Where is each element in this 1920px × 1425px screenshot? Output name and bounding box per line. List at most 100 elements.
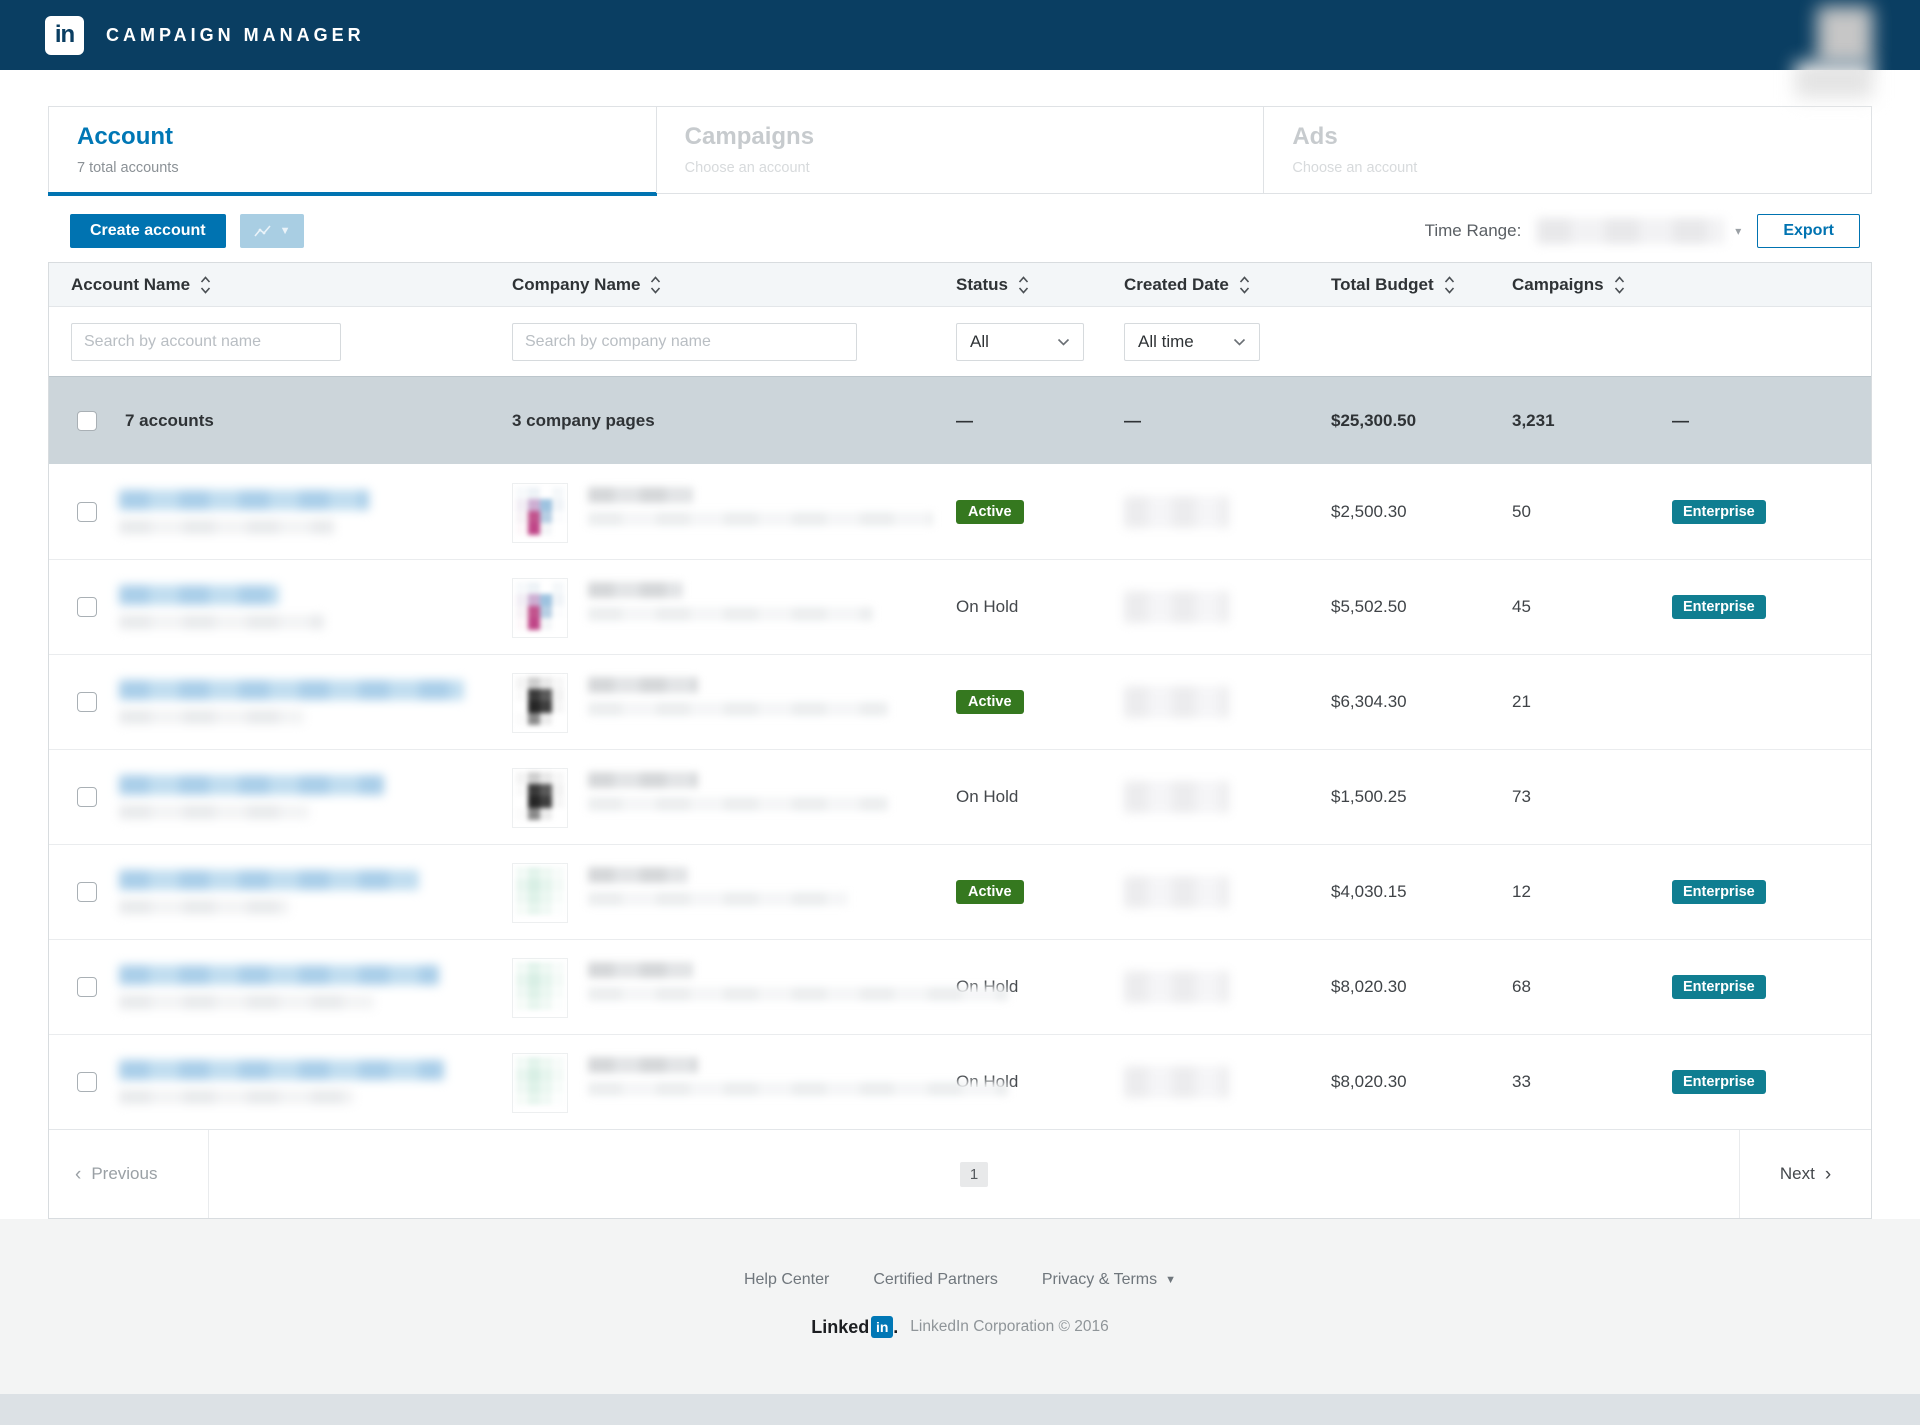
account-name-search-input[interactable]	[71, 322, 341, 361]
account-id-redacted	[119, 519, 334, 534]
certified-partners-link[interactable]: Certified Partners	[873, 1271, 998, 1289]
company-name-redacted	[588, 582, 683, 598]
summary-campaigns: 3,231	[1512, 410, 1555, 430]
campaigns-count: 21	[1512, 692, 1531, 711]
account-id-redacted	[119, 1090, 354, 1104]
row-checkbox[interactable]	[77, 977, 97, 997]
page-number-current[interactable]: 1	[959, 1161, 989, 1187]
page-footer: Help Center Certified Partners Privacy &…	[0, 1219, 1920, 1394]
company-name-redacted	[588, 486, 693, 503]
created-date-filter-select[interactable]: All time	[1124, 322, 1260, 361]
campaigns-count: 33	[1512, 1072, 1531, 1091]
created-date-redacted	[1124, 495, 1229, 528]
company-detail-redacted	[588, 892, 848, 906]
company-name-search-input[interactable]	[512, 322, 857, 361]
row-checkbox[interactable]	[77, 1072, 97, 1092]
account-id-redacted	[119, 805, 309, 819]
campaigns-count: 50	[1512, 501, 1531, 521]
column-header-company-name[interactable]: Company Name	[512, 274, 934, 296]
sort-icon	[1018, 275, 1029, 294]
tab-account[interactable]: Account 7 total accounts	[48, 107, 657, 196]
chevron-down-icon: ▼	[1165, 1274, 1177, 1286]
chevron-left-icon: ‹	[75, 1163, 82, 1185]
row-checkbox[interactable]	[77, 692, 97, 712]
account-row: On Hold $8,020.30 33 Enterprise	[49, 1034, 1871, 1129]
status-badge-active: Active	[956, 690, 1024, 714]
account-row: Active $6,304.30 21	[49, 654, 1871, 749]
column-header-account-name[interactable]: Account Name	[71, 274, 490, 296]
privacy-terms-link[interactable]: Privacy & Terms ▼	[1042, 1271, 1176, 1289]
account-name-link-redacted[interactable]	[119, 1060, 444, 1080]
primary-tabs: Account 7 total accounts Campaigns Choos…	[48, 106, 1872, 196]
status-text: On Hold	[956, 787, 1019, 806]
help-center-link[interactable]: Help Center	[744, 1271, 829, 1289]
tab-campaigns-title: Campaigns	[684, 123, 815, 150]
company-logo	[512, 958, 568, 1018]
account-name-link-redacted[interactable]	[119, 775, 384, 795]
chevron-down-icon: ▼	[279, 225, 291, 237]
summary-tier: —	[1672, 410, 1689, 430]
select-all-checkbox[interactable]	[77, 410, 97, 431]
avatar[interactable]	[1817, 6, 1873, 64]
row-checkbox[interactable]	[77, 501, 97, 522]
row-checkbox[interactable]	[77, 787, 97, 807]
export-button[interactable]: Export	[1757, 214, 1860, 248]
column-header-total-budget[interactable]: Total Budget	[1331, 274, 1490, 296]
row-checkbox[interactable]	[77, 882, 97, 902]
enterprise-badge: Enterprise	[1672, 499, 1766, 524]
chart-line-icon	[253, 224, 273, 239]
tab-ads-subtitle: Choose an account	[1292, 160, 1418, 176]
tab-account-subtitle: 7 total accounts	[77, 160, 179, 176]
status-text: On Hold	[956, 597, 1019, 616]
row-checkbox[interactable]	[77, 597, 97, 617]
create-account-button[interactable]: Create account	[70, 214, 226, 248]
company-name-redacted	[588, 962, 693, 978]
account-name-link-redacted[interactable]	[119, 965, 439, 985]
company-logo	[512, 1053, 568, 1113]
column-header-campaigns[interactable]: Campaigns	[1512, 274, 1650, 296]
linkedin-wordmark: Linked	[811, 1316, 870, 1337]
account-name-link-redacted[interactable]	[119, 489, 369, 510]
linkedin-logo-icon: in	[871, 1316, 894, 1338]
tab-campaigns-subtitle: Choose an account	[684, 160, 810, 176]
company-detail-redacted	[588, 511, 933, 526]
chevron-right-icon: ›	[1824, 1163, 1832, 1185]
account-row: Active $2,500.30 50 Enterprise	[49, 464, 1871, 559]
chart-dropdown-button[interactable]: ▼	[239, 214, 304, 248]
created-date-redacted	[1124, 591, 1229, 623]
previous-page-button[interactable]: ‹ Previous	[49, 1130, 209, 1218]
total-budget-value: $5,502.50	[1331, 597, 1407, 616]
company-detail-redacted	[588, 702, 888, 716]
linkedin-logo-icon[interactable]: in	[45, 15, 84, 55]
column-header-status[interactable]: Status	[956, 274, 1102, 296]
time-range-value-redacted[interactable]	[1537, 218, 1726, 244]
total-budget-value: $8,020.30	[1331, 977, 1407, 996]
sort-icon	[1444, 275, 1454, 294]
enterprise-badge: Enterprise	[1672, 975, 1766, 999]
tab-campaigns[interactable]: Campaigns Choose an account	[655, 107, 1264, 193]
next-page-button[interactable]: Next ›	[1739, 1130, 1871, 1218]
toolbar: Create account ▼ Time Range: ▾ Export	[48, 194, 1872, 262]
time-range-label: Time Range:	[1424, 221, 1522, 240]
table-filter-row: All All time	[49, 307, 1871, 376]
company-logo	[512, 482, 568, 543]
enterprise-badge: Enterprise	[1672, 880, 1766, 904]
account-name-link-redacted[interactable]	[119, 870, 419, 890]
status-filter-select[interactable]: All	[956, 322, 1084, 361]
top-navbar: in CAMPAIGN MANAGER	[0, 0, 1920, 98]
total-budget-value: $8,020.30	[1331, 1072, 1407, 1091]
tab-ads[interactable]: Ads Choose an account	[1263, 107, 1871, 193]
company-detail-redacted	[588, 607, 873, 621]
sort-icon	[1239, 275, 1249, 294]
summary-accounts: 7 accounts	[125, 410, 214, 430]
column-header-created-date[interactable]: Created Date	[1124, 274, 1309, 296]
chevron-down-icon	[1057, 338, 1070, 346]
campaigns-count: 45	[1512, 597, 1531, 616]
account-row: On Hold $5,502.50 45 Enterprise	[49, 559, 1871, 654]
company-detail-redacted	[588, 797, 888, 811]
created-date-redacted	[1124, 876, 1229, 908]
company-logo	[512, 673, 568, 733]
account-name-link-redacted[interactable]	[119, 585, 279, 605]
account-name-link-redacted[interactable]	[119, 680, 464, 700]
created-date-redacted	[1124, 781, 1229, 813]
